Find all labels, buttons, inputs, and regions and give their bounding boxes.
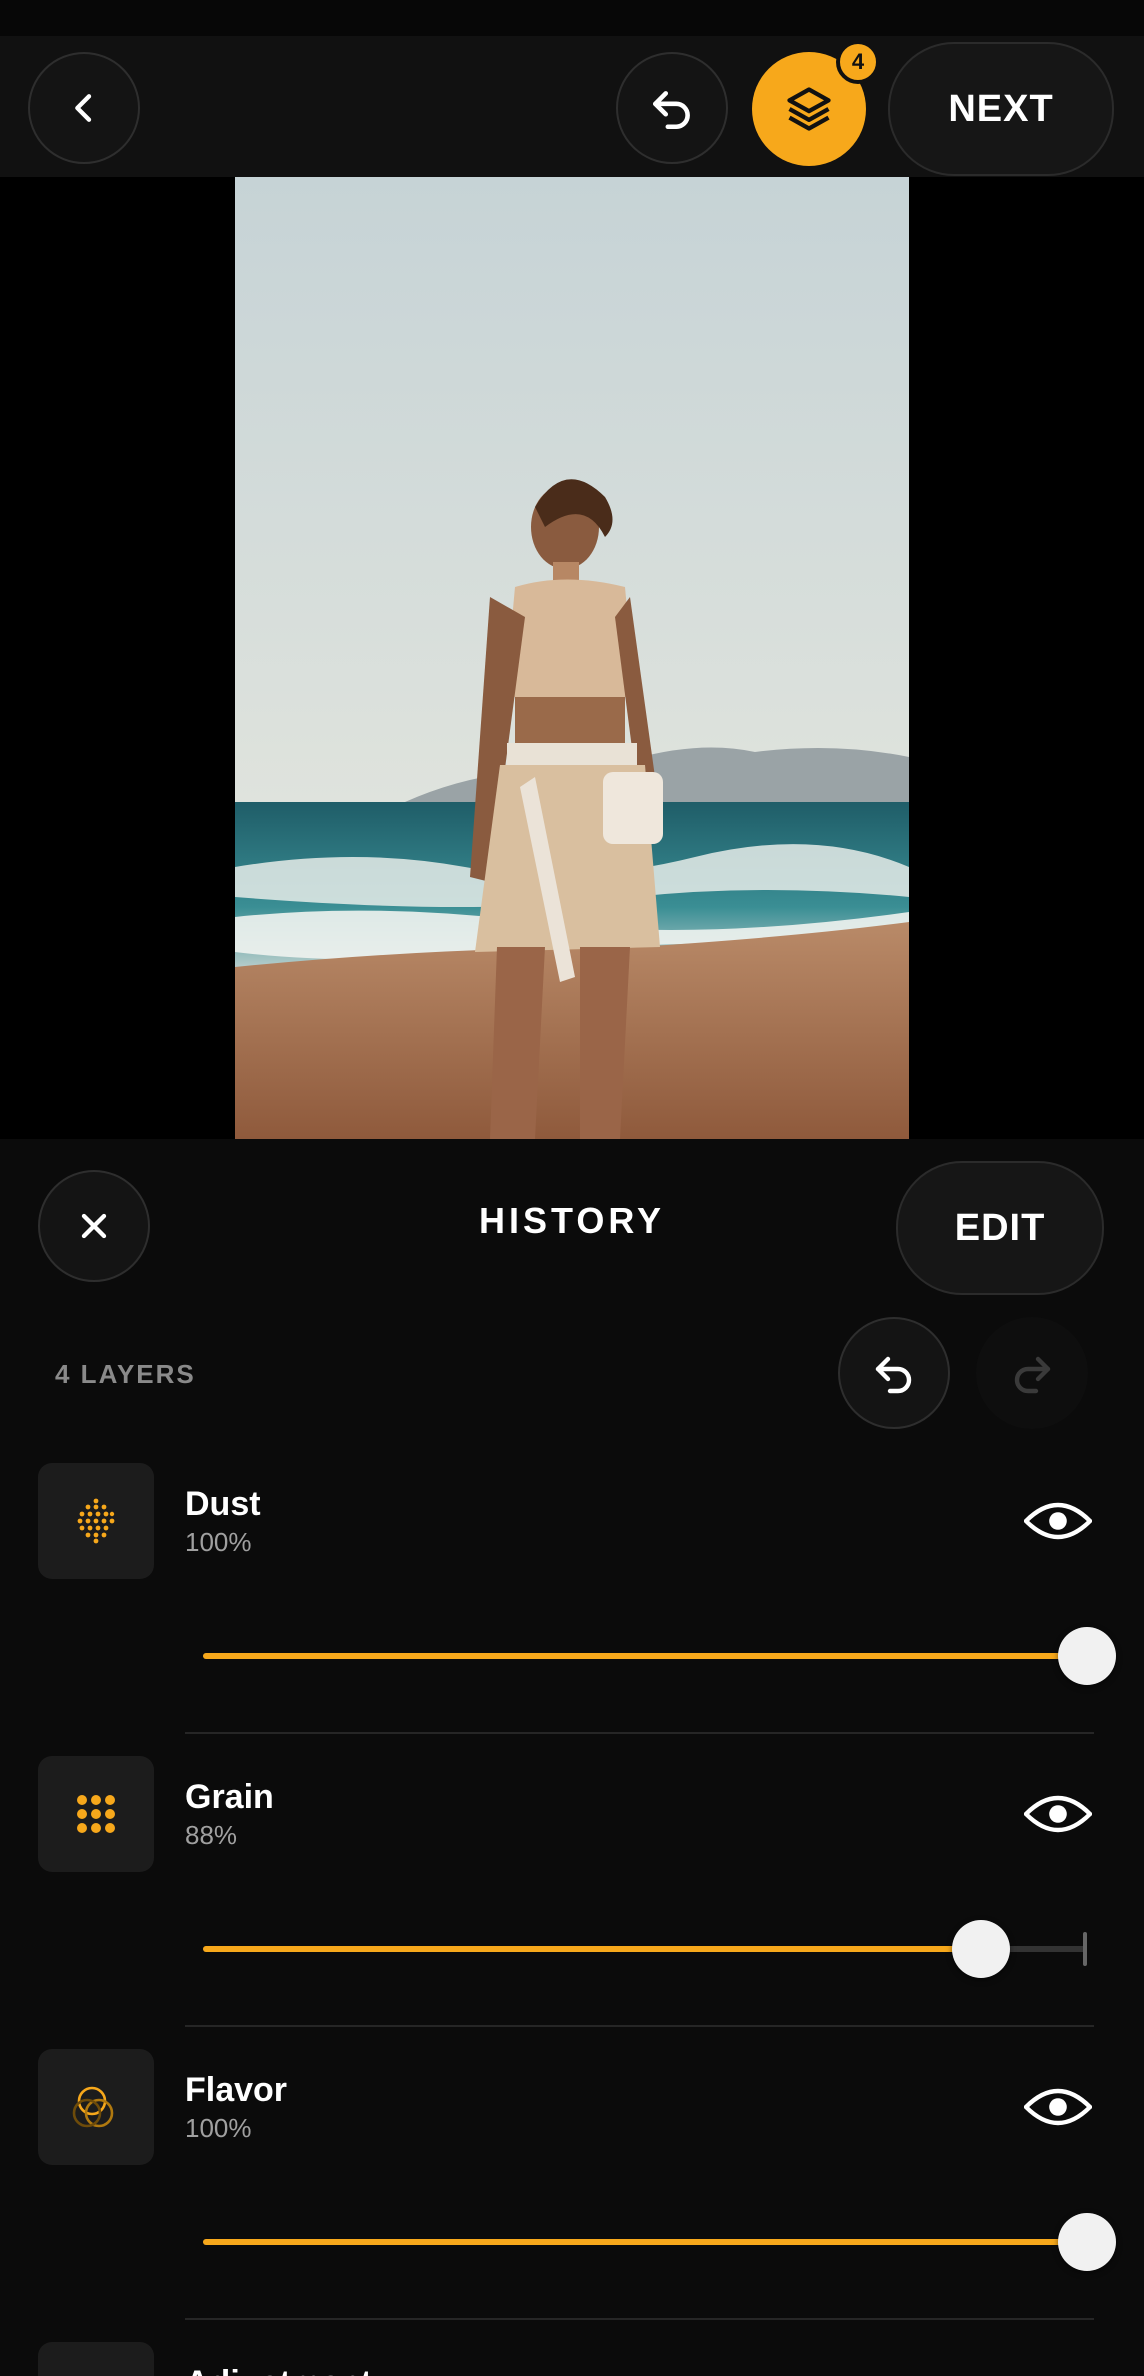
history-undo-button[interactable] bbox=[838, 1317, 950, 1429]
divider bbox=[185, 2025, 1094, 2027]
eye-icon[interactable] bbox=[1024, 1501, 1092, 1541]
layers-count-badge: 4 bbox=[836, 40, 880, 84]
next-button[interactable]: NEXT bbox=[888, 42, 1114, 176]
undo-icon bbox=[875, 1356, 912, 1394]
photo-preview[interactable] bbox=[235, 177, 909, 1139]
eye-icon[interactable] bbox=[1024, 2087, 1092, 2127]
slider-fill bbox=[203, 2239, 1087, 2245]
layer-name: Dust bbox=[185, 1485, 261, 1523]
slider-thumb[interactable] bbox=[1058, 1627, 1116, 1685]
layer-row-dust[interactable]: Dust 100% bbox=[0, 1463, 1144, 1756]
layer-name: Grain bbox=[185, 1778, 274, 1816]
opacity-slider[interactable] bbox=[203, 1920, 1087, 1978]
opacity-slider[interactable] bbox=[203, 2213, 1116, 2271]
opacity-slider[interactable] bbox=[203, 1627, 1116, 1685]
slider-fill bbox=[203, 1946, 981, 1952]
back-button[interactable] bbox=[28, 52, 140, 164]
history-redo-button[interactable] bbox=[976, 1317, 1088, 1429]
layer-name: Adjustment bbox=[185, 2364, 372, 2376]
layer-percent: 100% bbox=[185, 2113, 252, 2143]
grain-grid-icon bbox=[38, 1756, 154, 1872]
layer-percent: 100% bbox=[185, 1527, 252, 1557]
beach-photo-image bbox=[235, 177, 909, 1139]
adjustment-icon bbox=[38, 2342, 154, 2376]
layer-row-adjustment[interactable]: Adjustment bbox=[0, 2342, 1144, 2376]
layers-icon bbox=[787, 87, 831, 131]
status-bar-area bbox=[0, 0, 1144, 36]
dust-dots-icon bbox=[38, 1463, 154, 1579]
undo-top-button[interactable] bbox=[616, 52, 728, 164]
layer-percent: 88% bbox=[185, 1820, 238, 1850]
image-canvas bbox=[0, 177, 1144, 1139]
chevron-left-icon bbox=[75, 94, 92, 122]
layer-row-flavor[interactable]: Flavor 100% bbox=[0, 2049, 1144, 2342]
divider bbox=[185, 2318, 1094, 2320]
divider bbox=[185, 1732, 1094, 1734]
edit-button[interactable]: EDIT bbox=[896, 1161, 1104, 1295]
slider-fill bbox=[203, 1653, 1087, 1659]
slider-end-marker bbox=[1083, 1932, 1087, 1966]
eye-icon[interactable] bbox=[1024, 1794, 1092, 1834]
slider-thumb[interactable] bbox=[1058, 2213, 1116, 2271]
redo-icon bbox=[1014, 1356, 1051, 1394]
flavor-circles-icon bbox=[38, 2049, 154, 2165]
undo-icon bbox=[653, 91, 690, 130]
layer-row-grain[interactable]: Grain 88% bbox=[0, 1756, 1144, 2049]
layer-name: Flavor bbox=[185, 2071, 288, 2109]
layers-count-label: 4 LAYERS bbox=[55, 1359, 196, 1389]
slider-thumb[interactable] bbox=[951, 1920, 1010, 1978]
